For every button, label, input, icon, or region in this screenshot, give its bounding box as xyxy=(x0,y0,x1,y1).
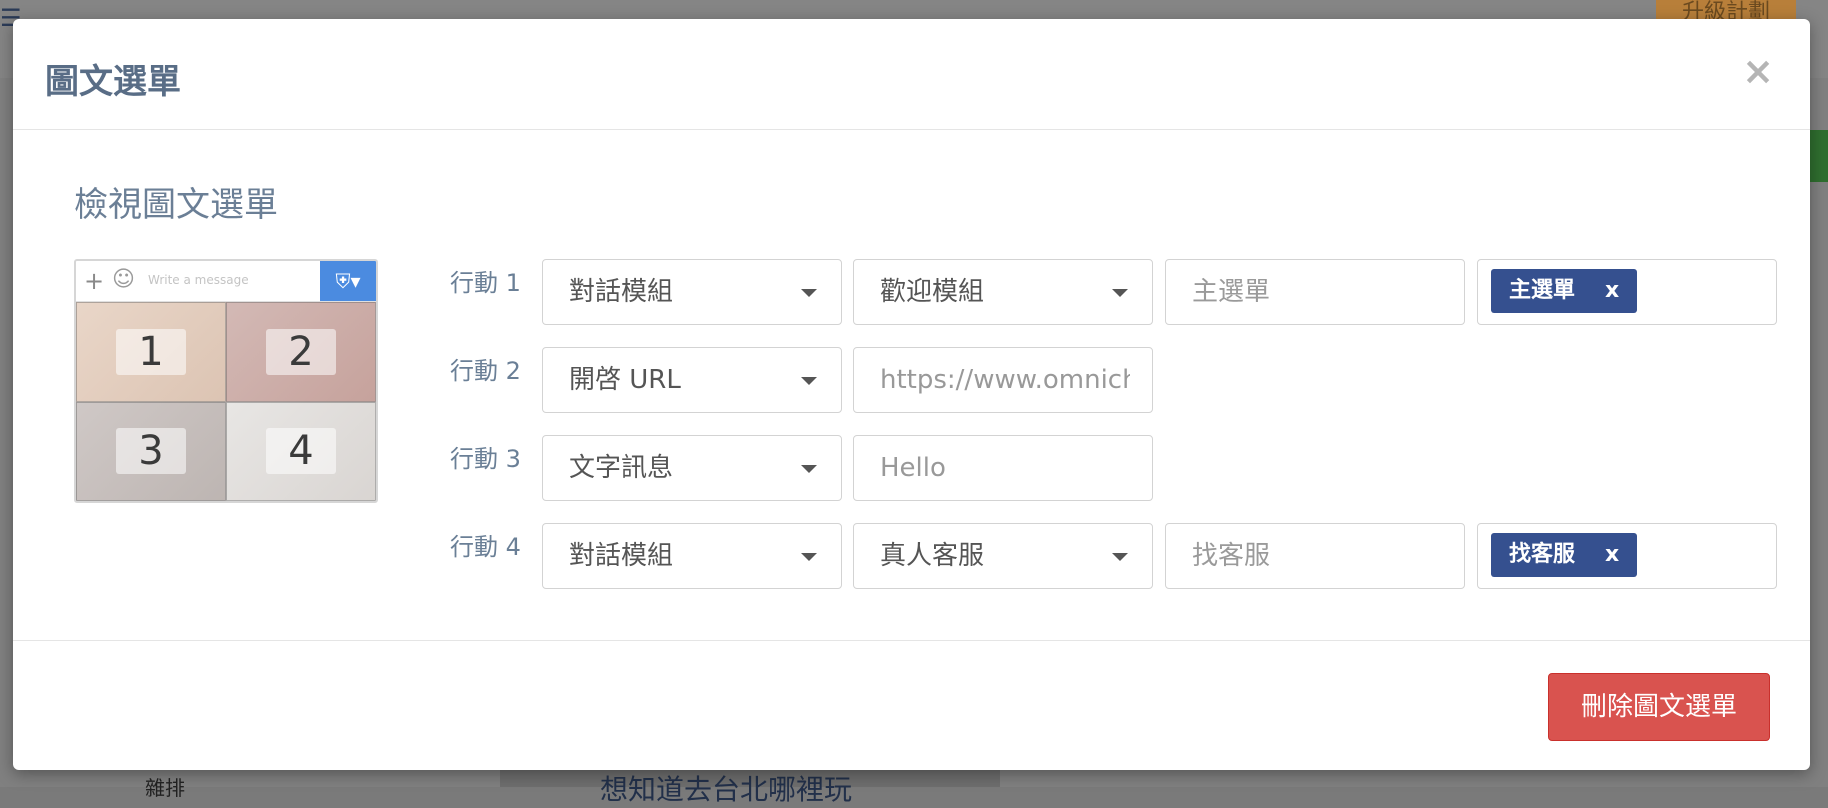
chevron-down-icon xyxy=(801,289,817,297)
input-placeholder: 主選單 xyxy=(1192,277,1271,307)
preview-cell-4: 4 xyxy=(226,401,376,501)
chevron-down-icon xyxy=(1112,553,1128,561)
tag-input[interactable]: 主選單 x xyxy=(1477,259,1777,325)
chevron-down-icon xyxy=(801,465,817,473)
url-input[interactable] xyxy=(853,347,1153,413)
chevron-down-icon xyxy=(1112,289,1128,297)
remove-tag-button[interactable]: x xyxy=(1605,542,1619,567)
modal-footer-divider xyxy=(13,640,1810,641)
tag-label: 主選單 xyxy=(1509,278,1576,303)
preview-chat-bar: + ☺ Write a message ⛨▾ xyxy=(76,261,376,302)
action-label: 行動 4 xyxy=(450,533,521,561)
action-type-select[interactable]: 對話模組 xyxy=(542,259,842,325)
action-label: 行動 3 xyxy=(450,445,521,473)
url-field[interactable] xyxy=(880,365,1130,395)
select-value: 開啓 URL xyxy=(569,365,681,395)
select-value: 對話模組 xyxy=(569,541,674,571)
block-input[interactable]: 主選單 xyxy=(1165,259,1465,325)
remove-tag-button[interactable]: x xyxy=(1605,278,1619,303)
select-value: 對話模組 xyxy=(569,277,674,307)
section-title: 檢視圖文選單 xyxy=(74,185,278,225)
action-type-select[interactable]: 文字訊息 xyxy=(542,435,842,501)
tag-chip: 主選單 x xyxy=(1491,269,1638,313)
tag-label: 找客服 xyxy=(1509,542,1576,567)
modal-header: 圖文選單 × xyxy=(13,19,1810,130)
module-select[interactable]: 真人客服 xyxy=(853,523,1153,589)
action-label: 行動 2 xyxy=(450,357,521,385)
tag-chip: 找客服 x xyxy=(1491,533,1638,577)
preview-grid: 1 2 3 4 xyxy=(76,302,376,501)
modal-title: 圖文選單 xyxy=(45,62,181,102)
preview-message-placeholder: Write a message xyxy=(148,273,249,287)
menu-icon: ☰ xyxy=(0,4,22,34)
block-input[interactable]: 找客服 xyxy=(1165,523,1465,589)
rich-menu-preview: + ☺ Write a message ⛨▾ 1 2 3 4 xyxy=(74,259,378,503)
background-bottom-title: 想知道去台北哪裡玩 xyxy=(600,773,853,806)
preview-cell-3: 3 xyxy=(76,401,226,501)
text-message-field[interactable] xyxy=(880,453,1130,483)
background-green-tab xyxy=(1810,130,1828,182)
delete-rich-menu-button[interactable]: 刪除圖文選單 xyxy=(1548,673,1770,741)
chevron-down-icon xyxy=(801,553,817,561)
module-select[interactable]: 歡迎模組 xyxy=(853,259,1153,325)
close-button[interactable]: × xyxy=(1742,51,1774,91)
input-placeholder: 找客服 xyxy=(1192,541,1271,571)
select-value: 歡迎模組 xyxy=(880,277,985,307)
select-value: 文字訊息 xyxy=(569,453,674,483)
preview-cell-1: 1 xyxy=(76,302,226,402)
shield-icon: ⛨▾ xyxy=(320,261,376,301)
action-label: 行動 1 xyxy=(450,269,521,297)
action-type-select[interactable]: 對話模組 xyxy=(542,523,842,589)
rich-menu-modal: 圖文選單 × 檢視圖文選單 + ☺ Write a message ⛨▾ 1 2… xyxy=(13,19,1810,770)
preview-cell-2: 2 xyxy=(226,302,376,402)
plus-icon: + xyxy=(84,267,105,295)
select-value: 真人客服 xyxy=(880,541,985,571)
chevron-down-icon xyxy=(801,377,817,385)
text-message-input[interactable] xyxy=(853,435,1153,501)
emoji-icon: ☺ xyxy=(112,267,135,292)
action-type-select[interactable]: 開啓 URL xyxy=(542,347,842,413)
tag-input[interactable]: 找客服 x xyxy=(1477,523,1777,589)
